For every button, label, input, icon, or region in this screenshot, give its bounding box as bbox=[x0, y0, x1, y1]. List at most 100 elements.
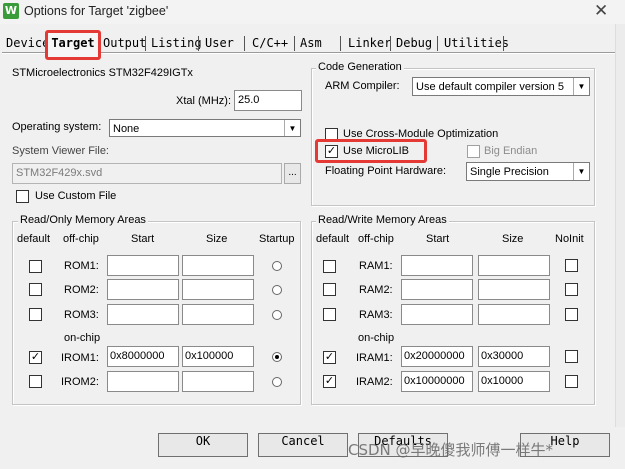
arm-compiler-select[interactable]: Use default compiler version 5 ▼ bbox=[412, 77, 590, 96]
rom2-startup-radio[interactable] bbox=[272, 285, 282, 295]
tab-listing[interactable]: Listing bbox=[151, 34, 202, 52]
rw-header-start: Start bbox=[426, 233, 450, 245]
tab-target[interactable]: Target bbox=[45, 30, 101, 60]
tab-linker[interactable]: Linker bbox=[348, 34, 391, 52]
rom2-label: ROM2: bbox=[64, 284, 99, 296]
close-icon[interactable]: ✕ bbox=[594, 1, 608, 21]
iram1-default-checkbox[interactable]: ✓ bbox=[323, 351, 336, 364]
big-endian-checkbox[interactable] bbox=[467, 145, 480, 158]
chevron-down-icon[interactable]: ▼ bbox=[573, 78, 589, 95]
device-name: STMicroelectronics STM32F429IGTx bbox=[12, 67, 193, 79]
ram3-size-input[interactable] bbox=[478, 304, 550, 325]
tab-debug[interactable]: Debug bbox=[396, 34, 432, 52]
irom2-default-checkbox[interactable] bbox=[29, 375, 42, 388]
svd-label: System Viewer File: bbox=[12, 145, 109, 157]
ram2-start-input[interactable] bbox=[401, 279, 473, 300]
ro-header-size: Size bbox=[206, 233, 228, 245]
ram3-start-input[interactable] bbox=[401, 304, 473, 325]
tab-separator bbox=[294, 36, 295, 51]
tab-utilities[interactable]: Utilities bbox=[444, 34, 509, 52]
rw-header-size: Size bbox=[502, 233, 524, 245]
tab-user[interactable]: User bbox=[205, 34, 234, 52]
irom1-startup-radio[interactable] bbox=[272, 352, 282, 362]
os-select-value: None bbox=[113, 123, 140, 135]
ro-header-startup: Startup bbox=[259, 233, 295, 245]
rom3-startup-radio[interactable] bbox=[272, 310, 282, 320]
iram2-noinit-checkbox[interactable] bbox=[565, 375, 578, 388]
tab-device[interactable]: Device bbox=[6, 34, 49, 52]
os-label: Operating system: bbox=[12, 121, 102, 133]
os-select[interactable]: None ▼ bbox=[109, 119, 301, 137]
custom-file-label: Use Custom File bbox=[35, 190, 117, 202]
ram2-noinit-checkbox[interactable] bbox=[565, 283, 578, 296]
ro-header-start: Start bbox=[131, 233, 155, 245]
custom-file-checkbox[interactable] bbox=[16, 190, 29, 203]
tab-c-cpp[interactable]: C/C++ bbox=[252, 34, 288, 52]
big-endian-label: Big Endian bbox=[484, 145, 538, 157]
watermark-text: CSDN @早晚傻我师傅一样牛* bbox=[348, 441, 554, 459]
chevron-down-icon[interactable]: ▼ bbox=[573, 163, 589, 180]
tab-separator bbox=[198, 36, 199, 51]
irom2-label: IROM2: bbox=[61, 376, 99, 388]
rom1-startup-radio[interactable] bbox=[272, 261, 282, 271]
irom1-default-checkbox[interactable]: ✓ bbox=[29, 351, 42, 364]
tab-separator bbox=[503, 36, 504, 51]
iram2-default-checkbox[interactable]: ✓ bbox=[323, 375, 336, 388]
rom2-size-input[interactable] bbox=[182, 279, 254, 300]
iram1-size-input[interactable]: 0x30000 bbox=[478, 346, 550, 367]
fp-hardware-value: Single Precision bbox=[470, 166, 549, 178]
microlib-label: Use MicroLIB bbox=[343, 145, 410, 157]
rw-header-offchip: off-chip bbox=[358, 233, 394, 245]
iram1-label: IRAM1: bbox=[356, 352, 393, 364]
iram2-label: IRAM2: bbox=[356, 376, 393, 388]
ram1-start-input[interactable] bbox=[401, 255, 473, 276]
chevron-down-icon[interactable]: ▼ bbox=[284, 120, 300, 136]
rom3-start-input[interactable] bbox=[107, 304, 179, 325]
irom1-start-input[interactable]: 0x8000000 bbox=[107, 346, 179, 367]
svd-input[interactable]: STM32F429x.svd bbox=[12, 163, 282, 184]
irom2-startup-radio[interactable] bbox=[272, 377, 282, 387]
rom1-default-checkbox[interactable] bbox=[29, 260, 42, 273]
ro-memory-title: Read/Only Memory Areas bbox=[18, 214, 148, 226]
iram1-start-input[interactable]: 0x20000000 bbox=[401, 346, 473, 367]
irom2-size-input[interactable] bbox=[182, 371, 254, 392]
rom3-default-checkbox[interactable] bbox=[29, 308, 42, 321]
rom1-size-input[interactable] bbox=[182, 255, 254, 276]
ram3-label: RAM3: bbox=[359, 309, 393, 321]
rom2-start-input[interactable] bbox=[107, 279, 179, 300]
ram3-default-checkbox[interactable] bbox=[323, 308, 336, 321]
tab-separator bbox=[145, 36, 146, 51]
ram1-default-checkbox[interactable] bbox=[323, 260, 336, 273]
ram2-default-checkbox[interactable] bbox=[323, 283, 336, 296]
rom1-start-input[interactable] bbox=[107, 255, 179, 276]
ro-onchip-label: on-chip bbox=[64, 332, 101, 344]
xtal-input[interactable]: 25.0 bbox=[234, 90, 302, 111]
tab-output[interactable]: Output bbox=[103, 34, 146, 52]
cancel-button[interactable]: Cancel bbox=[258, 433, 348, 457]
tab-separator bbox=[340, 36, 341, 51]
ram1-size-input[interactable] bbox=[478, 255, 550, 276]
rom3-label: ROM3: bbox=[64, 309, 99, 321]
irom2-start-input[interactable] bbox=[107, 371, 179, 392]
tab-asm[interactable]: Asm bbox=[300, 34, 322, 52]
code-generation-title: Code Generation bbox=[316, 61, 404, 73]
ram3-noinit-checkbox[interactable] bbox=[565, 308, 578, 321]
rom3-size-input[interactable] bbox=[182, 304, 254, 325]
ram2-size-input[interactable] bbox=[478, 279, 550, 300]
ram2-label: RAM2: bbox=[359, 284, 393, 296]
svd-browse-button[interactable]: ... bbox=[284, 163, 301, 184]
iram1-noinit-checkbox[interactable] bbox=[565, 350, 578, 363]
tab-separator bbox=[437, 36, 438, 51]
ram1-noinit-checkbox[interactable] bbox=[565, 259, 578, 272]
rom2-default-checkbox[interactable] bbox=[29, 283, 42, 296]
ok-button[interactable]: OK bbox=[158, 433, 248, 457]
iram2-size-input[interactable]: 0x10000 bbox=[478, 371, 550, 392]
iram2-start-input[interactable]: 0x10000000 bbox=[401, 371, 473, 392]
fp-hardware-select[interactable]: Single Precision ▼ bbox=[466, 162, 590, 181]
rom1-label: ROM1: bbox=[64, 260, 99, 272]
arm-compiler-value: Use default compiler version 5 bbox=[416, 81, 564, 93]
irom1-size-input[interactable]: 0x100000 bbox=[182, 346, 254, 367]
ram1-label: RAM1: bbox=[359, 260, 393, 272]
microlib-checkbox[interactable]: ✓ bbox=[325, 145, 338, 158]
tab-separator bbox=[390, 36, 391, 51]
